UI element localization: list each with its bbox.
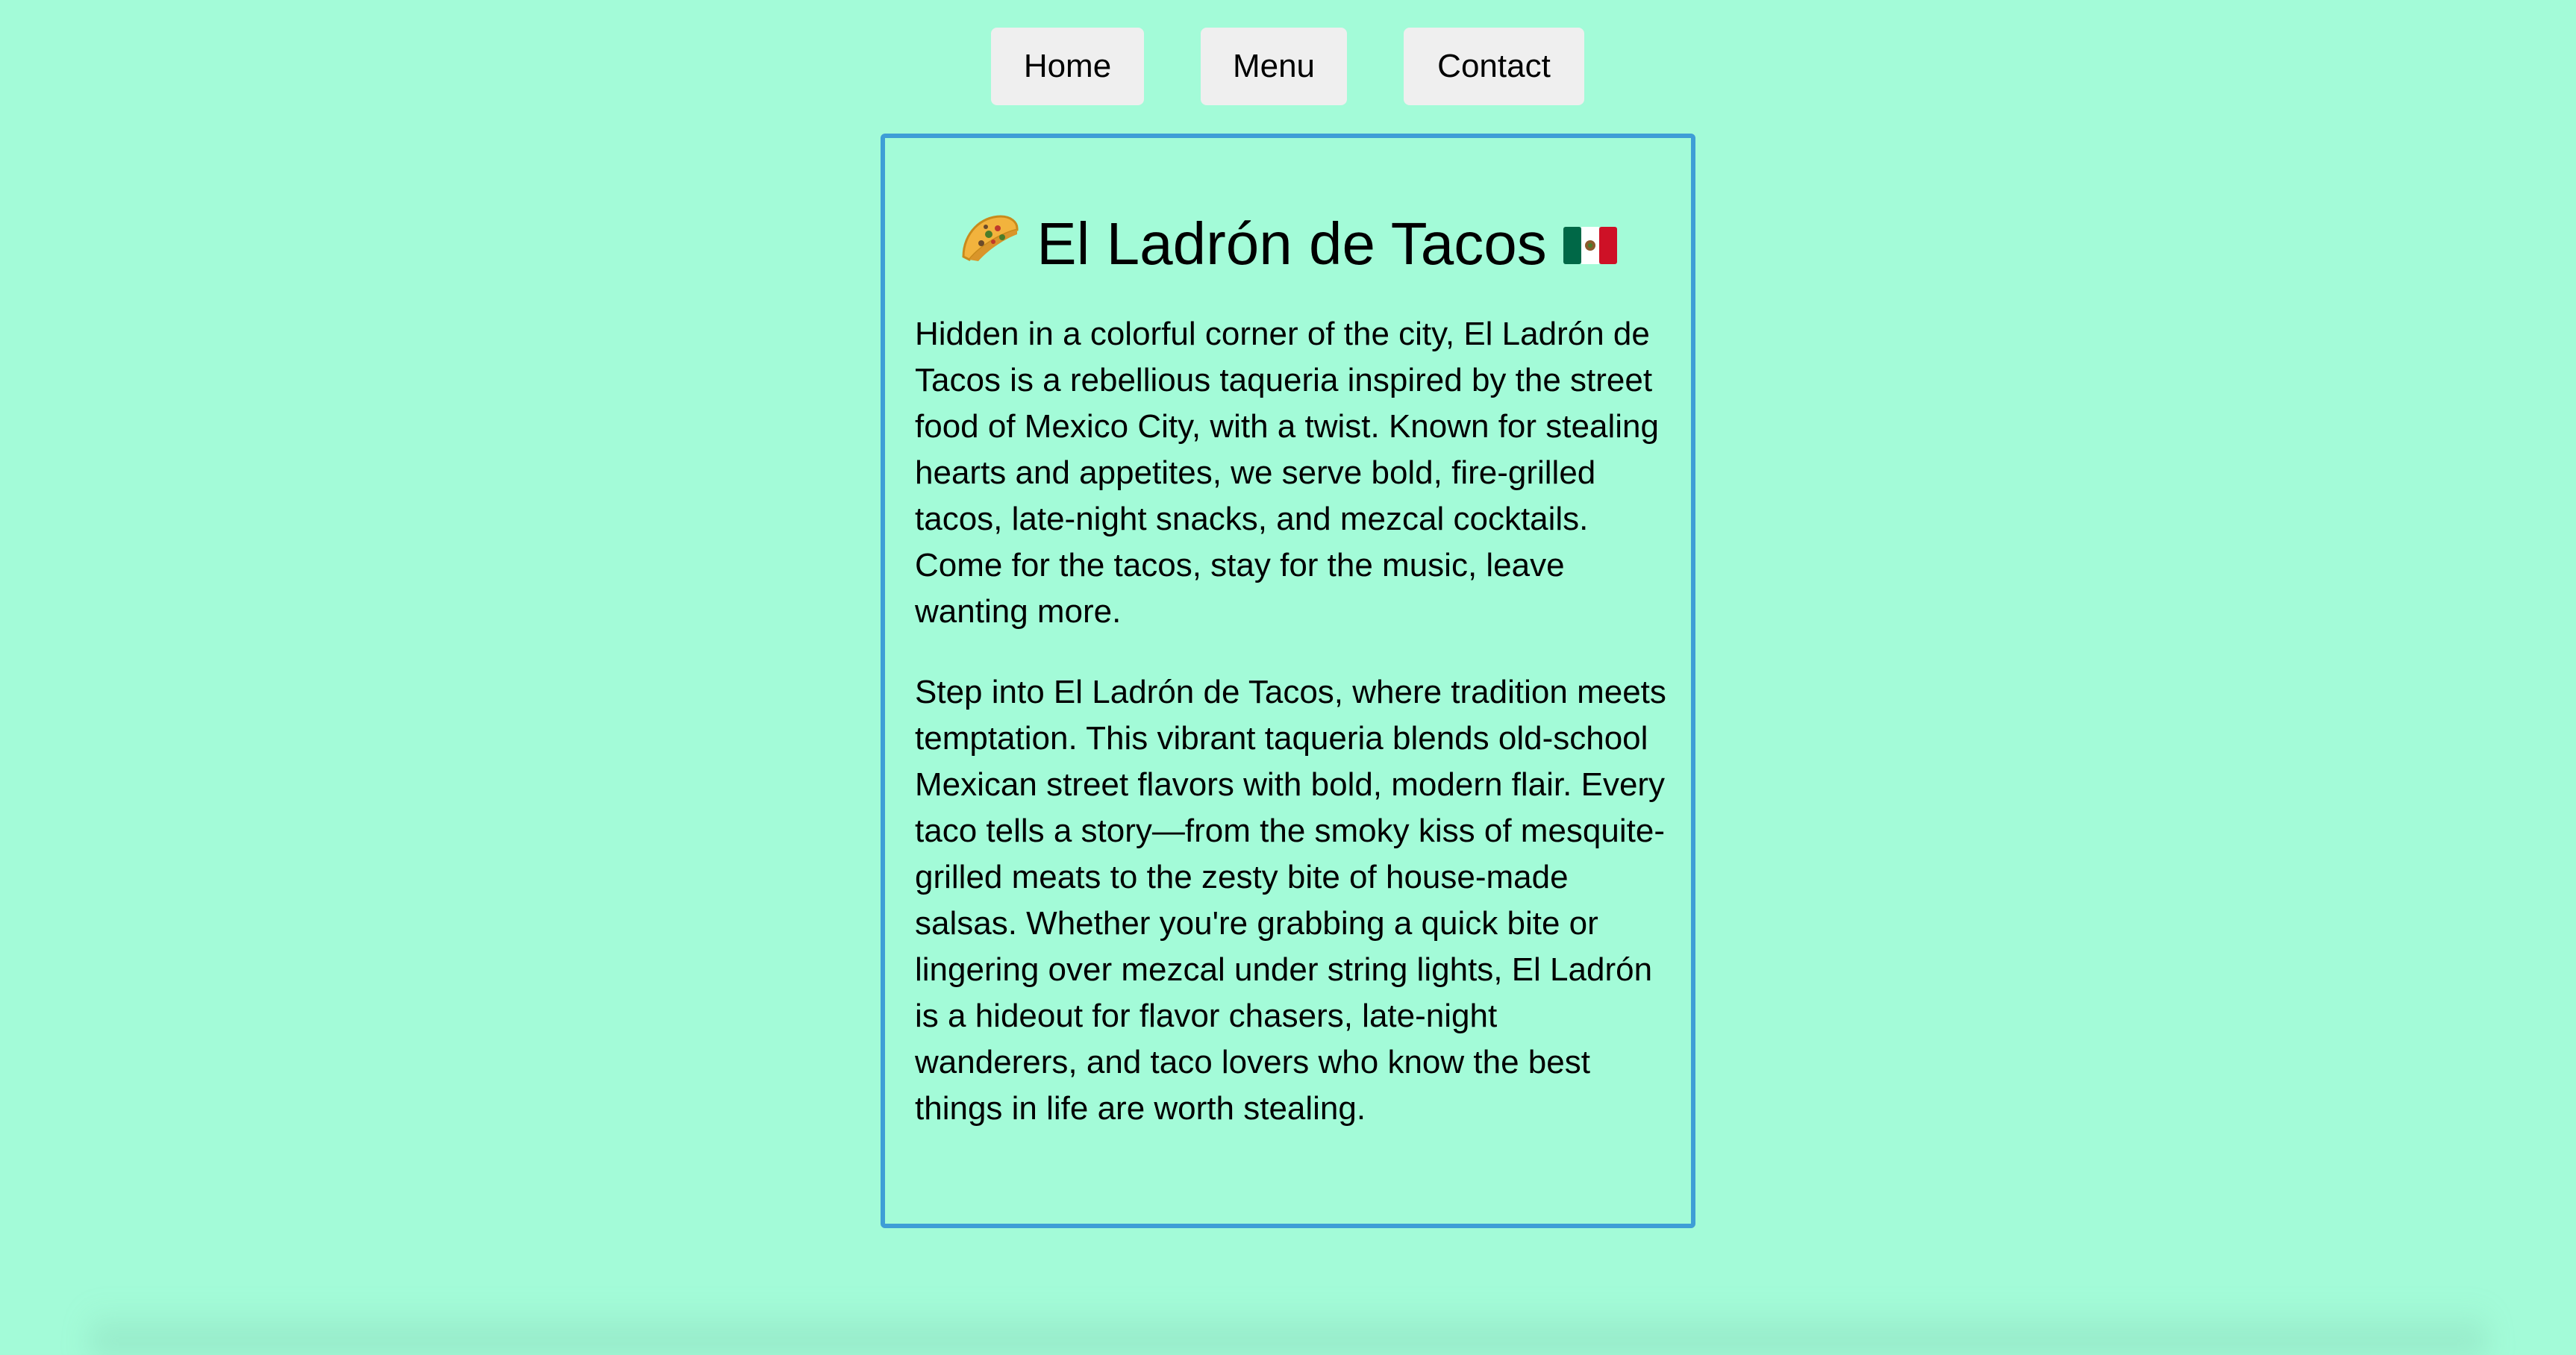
description-paragraph-2: Step into El Ladrón de Tacos, where trad…: [915, 674, 1666, 1127]
taco-icon: [959, 207, 1020, 281]
top-nav: Home Menu Contact: [0, 28, 2576, 105]
page-bottom-shadow: [90, 1306, 2486, 1355]
mexico-flag-icon: [1563, 207, 1617, 281]
restaurant-card: El Ladrón de Tacos Hidden in a colorful …: [881, 134, 1695, 1228]
restaurant-name: El Ladrón de Tacos: [1037, 210, 1547, 277]
contact-button[interactable]: Contact: [1404, 28, 1584, 105]
menu-button[interactable]: Menu: [1201, 28, 1347, 105]
page-title: El Ladrón de Tacos: [885, 207, 1691, 281]
home-button[interactable]: Home: [991, 28, 1144, 105]
description-paragraph-1: Hidden in a colorful corner of the city,…: [915, 316, 1659, 630]
